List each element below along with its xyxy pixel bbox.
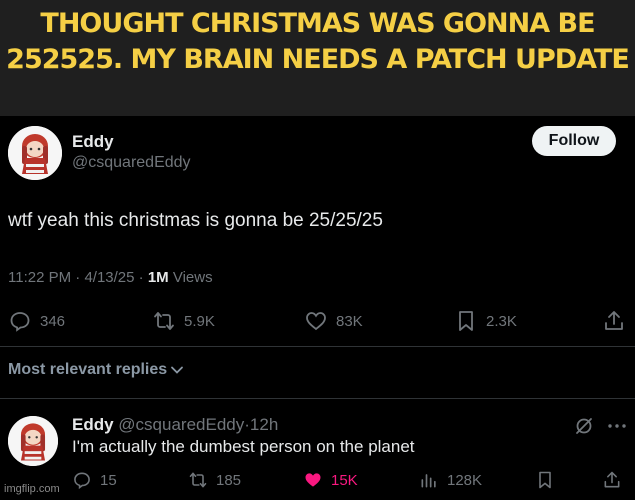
reply-age[interactable]: 12h (250, 415, 278, 434)
tweet-text: wtf yeah this christmas is gonna be 25/2… (8, 210, 383, 231)
reply-bookmark-action[interactable] (535, 470, 555, 490)
replies-sort-dropdown[interactable]: Most relevant replies (8, 361, 184, 379)
reply-action[interactable]: 346 (8, 309, 65, 333)
like-action[interactable]: 83K (304, 309, 363, 333)
avatar-image (8, 416, 58, 466)
meta-separator: · (138, 269, 144, 286)
tweet-date[interactable]: 4/13/25 (84, 269, 134, 286)
reply-author-name[interactable]: Eddy (72, 415, 114, 434)
meta-separator: · (75, 269, 81, 286)
liked-heart-icon (305, 473, 321, 487)
reply-author-avatar[interactable] (8, 416, 58, 466)
reply-like-count: 15K (331, 471, 358, 489)
meme-caption-area: THOUGHT CHRISTMAS WAS GONNA BE 252525. M… (0, 0, 635, 116)
like-icon (306, 312, 326, 331)
follow-button[interactable]: Follow (532, 126, 616, 156)
reply-reply-count: 15 (100, 471, 117, 489)
tweet-meta: 11:22 PM · 4/13/25 · 1M Views (8, 269, 213, 286)
author-avatar[interactable] (8, 126, 62, 180)
more-options-icon[interactable] (606, 416, 628, 436)
grok-icon[interactable] (574, 416, 594, 436)
share-icon (605, 311, 623, 330)
author-name[interactable]: Eddy (72, 132, 114, 152)
repost-icon (189, 472, 207, 488)
like-count: 83K (336, 312, 363, 330)
bookmark-action[interactable]: 2.3K (454, 309, 517, 333)
tweet: Eddy @csquaredEddy Follow wtf yeah this … (0, 116, 635, 500)
reply-like-action[interactable]: 15K (303, 470, 358, 490)
caption-line-2: 252525. MY BRAIN NEEDS A PATCH UPDATE (6, 44, 630, 75)
reply-count: 346 (40, 312, 66, 330)
reply-views-action[interactable]: 128K (419, 470, 482, 490)
reply-icon (10, 312, 30, 332)
author-handle[interactable]: @csquaredEddy (72, 154, 191, 172)
reply-text: I'm actually the dumbest person on the p… (72, 437, 415, 456)
reply-author-handle[interactable]: @csquaredEddy (118, 415, 244, 434)
avatar-image (8, 126, 62, 180)
views-label: Views (172, 269, 213, 286)
bookmark-icon (459, 311, 473, 331)
replies-sort-label: Most relevant replies (8, 361, 168, 378)
meme-caption: THOUGHT CHRISTMAS WAS GONNA BE 252525. M… (0, 6, 635, 78)
reply-views-count: 128K (447, 471, 483, 489)
reply-repost-action[interactable]: 185 (188, 470, 241, 490)
divider (0, 346, 635, 347)
tweet-time[interactable]: 11:22 PM (8, 269, 71, 286)
bookmark-count: 2.3K (486, 312, 517, 330)
watermark: imgflip.com (4, 483, 60, 495)
share-icon (604, 471, 620, 488)
bookmark-icon (539, 471, 551, 489)
views-count: 1M (147, 269, 169, 286)
views-icon (421, 474, 436, 488)
repost-count: 5.9K (184, 312, 215, 330)
chevron-down-icon (171, 366, 184, 374)
repost-icon (154, 312, 174, 330)
reply-icon (74, 472, 90, 490)
repost-action[interactable]: 5.9K (152, 309, 215, 333)
caption-line-1: THOUGHT CHRISTMAS WAS GONNA BE (40, 8, 595, 39)
share-action[interactable] (602, 309, 626, 333)
reply-share-action[interactable] (602, 470, 622, 490)
reply-reply-action[interactable]: 15 (72, 470, 117, 490)
reply-header: Eddy @csquaredEddy·12h (72, 415, 278, 435)
reply-repost-count: 185 (216, 471, 242, 489)
divider (0, 398, 635, 399)
